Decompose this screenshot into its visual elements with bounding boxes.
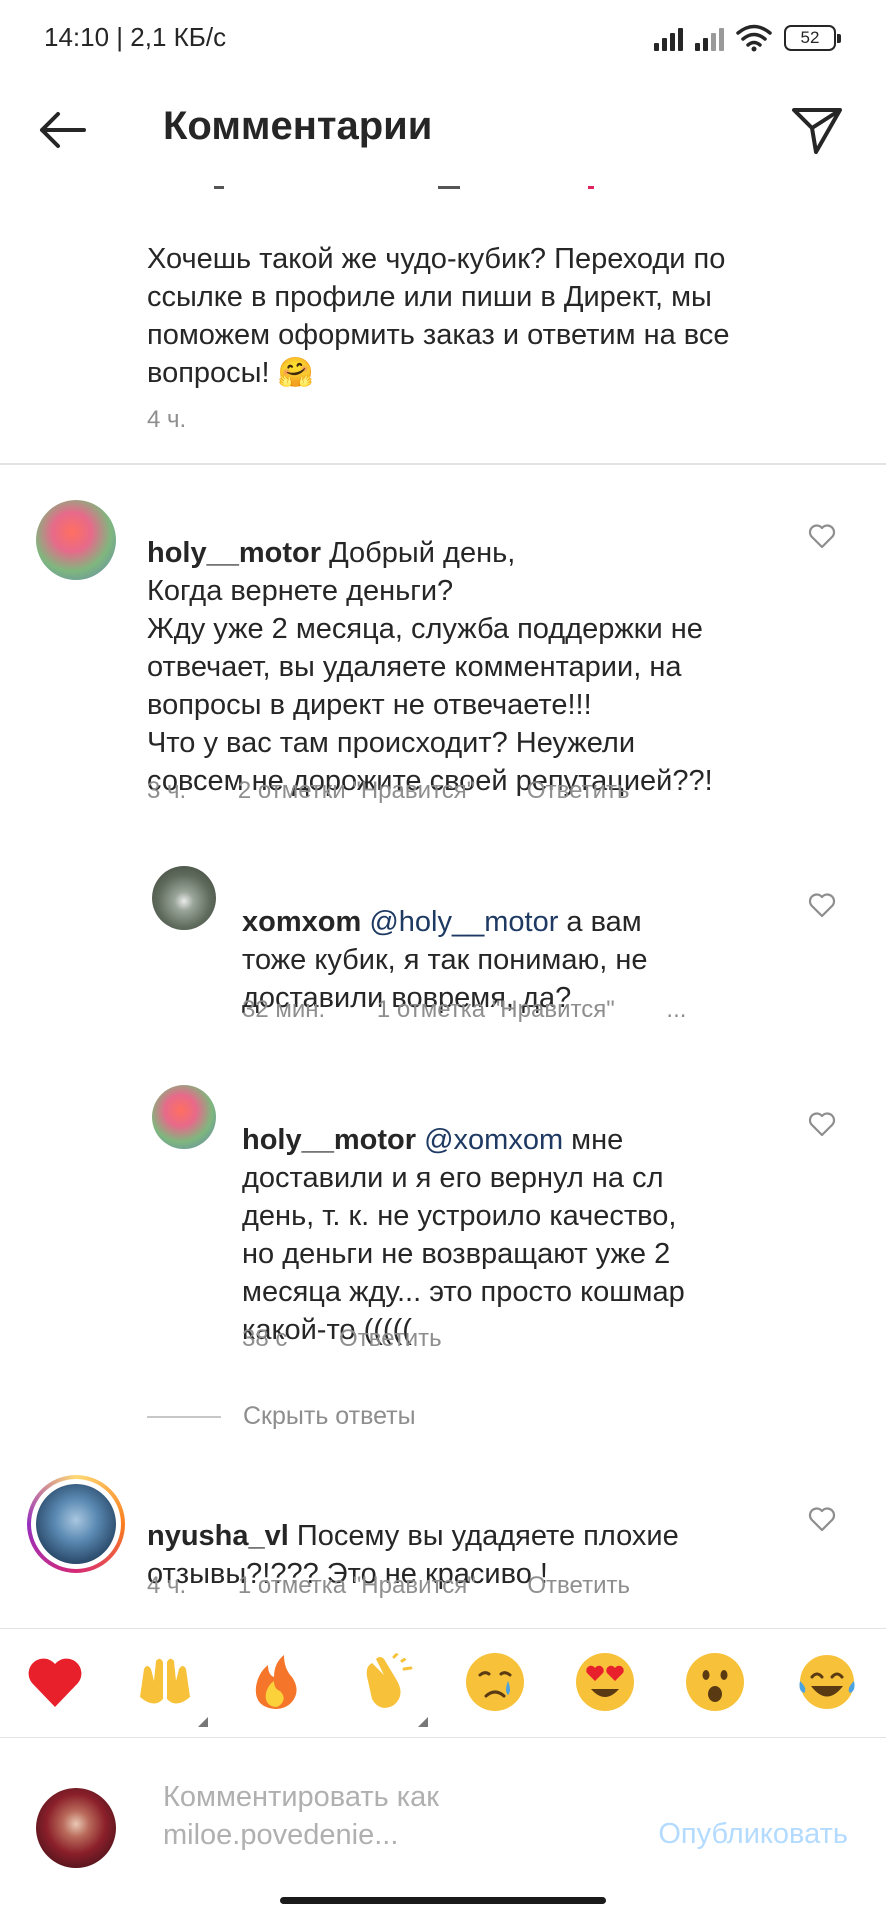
comment-text: Добрый день, Когда вернете деньги? Жду у… <box>147 537 713 797</box>
clapping-hands-emoji[interactable] <box>354 1651 416 1713</box>
reply-button[interactable]: Ответить <box>339 1325 442 1353</box>
current-user-avatar <box>36 1788 116 1868</box>
header: Комментарии <box>0 80 886 180</box>
comment-time: 4 ч. <box>147 1572 187 1599</box>
status-bar: 14:10 | 2,1 КБ/с 52 <box>0 0 886 80</box>
back-arrow-icon[interactable] <box>34 102 90 158</box>
comment-composer: Комментировать как miloe.povedenie... Оп… <box>0 1738 886 1920</box>
heart-eyes-emoji[interactable] <box>574 1651 636 1713</box>
like-heart-icon[interactable] <box>808 523 836 549</box>
emoji-quick-bar <box>0 1628 886 1738</box>
comment-meta: 3 ч. 2 отметки "Нравится" Ответить <box>147 777 630 805</box>
publish-button[interactable]: Опубликовать <box>658 1818 848 1851</box>
hide-replies-button[interactable]: Скрыть ответы <box>147 1402 416 1431</box>
comment-time: 3 ч. <box>147 777 187 804</box>
page-title: Комментарии <box>163 104 433 148</box>
comment-meta: 4 ч. 1 отметка "Нравится" Ответить <box>147 1572 630 1600</box>
signal-icon <box>654 25 683 51</box>
direct-share-icon[interactable] <box>788 100 846 158</box>
comment-likes[interactable]: 1 отметка "Нравится" <box>377 996 615 1024</box>
tears-of-joy-emoji[interactable] <box>796 1651 858 1713</box>
comment-likes[interactable]: 1 отметка "Нравится" <box>238 1572 476 1600</box>
red-heart-emoji[interactable] <box>24 1651 86 1713</box>
caption-divider <box>0 463 886 465</box>
reply-button[interactable]: Ответить <box>527 777 630 805</box>
comment-meta: 32 мин. 1 отметка "Нравится" ... <box>242 996 686 1024</box>
signal-icon-secondary <box>695 25 724 51</box>
comment-mention[interactable]: @xomxom <box>424 1124 563 1156</box>
avatar[interactable] <box>152 866 216 930</box>
comment-body: holy__motor Добрый день, Когда вернете д… <box>147 496 797 800</box>
caption-time: 4 ч. <box>147 406 187 433</box>
avatar[interactable] <box>36 500 116 580</box>
hide-replies-label: Скрыть ответы <box>243 1402 416 1430</box>
like-heart-icon[interactable] <box>808 1111 836 1137</box>
comment-username[interactable]: holy__motor <box>147 537 321 569</box>
comment-username[interactable]: xomxom <box>242 906 361 938</box>
comment-input[interactable]: Комментировать как miloe.povedenie... <box>163 1778 523 1854</box>
reply-button[interactable]: Ответить <box>527 1572 630 1600</box>
home-indicator[interactable] <box>280 1897 606 1904</box>
emoji-variant-indicator <box>198 1717 208 1727</box>
comment-likes[interactable]: 2 отметки "Нравится" <box>238 777 475 805</box>
more-options-button[interactable]: ... <box>666 996 686 1024</box>
comment-username[interactable]: nyusha_vl <box>147 1520 289 1552</box>
emoji-variant-indicator <box>418 1717 428 1727</box>
fire-emoji[interactable] <box>244 1651 306 1713</box>
caption-text: Хочешь такой же чудо-кубик? Переходи по … <box>147 243 730 389</box>
comment-time: 32 мин. <box>242 996 326 1023</box>
crying-face-emoji[interactable] <box>464 1651 526 1713</box>
wifi-icon <box>736 24 772 52</box>
raising-hands-emoji[interactable] <box>134 1651 196 1713</box>
like-heart-icon[interactable] <box>808 892 836 918</box>
avatar[interactable] <box>152 1085 216 1149</box>
comment-meta: 38 с Ответить <box>242 1325 442 1353</box>
story-ring[interactable] <box>27 1475 125 1573</box>
surprised-face-emoji[interactable] <box>684 1651 746 1713</box>
avatar <box>36 1484 116 1564</box>
comment-username[interactable]: holy__motor <box>242 1124 416 1156</box>
battery-icon: 52 <box>784 25 841 51</box>
comment-body: holy__motor @xomxom мне доставили и я ег… <box>242 1083 762 1349</box>
status-time: 14:10 | 2,1 КБ/с <box>44 22 227 52</box>
hide-replies-line <box>147 1415 221 1418</box>
comment-text: мне доставили и я его вернул на сл день,… <box>242 1124 685 1346</box>
comment-time: 38 с <box>242 1325 288 1352</box>
scrolled-off-text-fragment <box>214 186 594 192</box>
battery-level: 52 <box>800 28 820 47</box>
comment-mention[interactable]: @holy__motor <box>369 906 558 938</box>
like-heart-icon[interactable] <box>808 1506 836 1532</box>
status-icons: 52 <box>654 24 841 52</box>
comment-body: xomxom @holy__motor а вам тоже кубик, я … <box>242 865 712 1017</box>
